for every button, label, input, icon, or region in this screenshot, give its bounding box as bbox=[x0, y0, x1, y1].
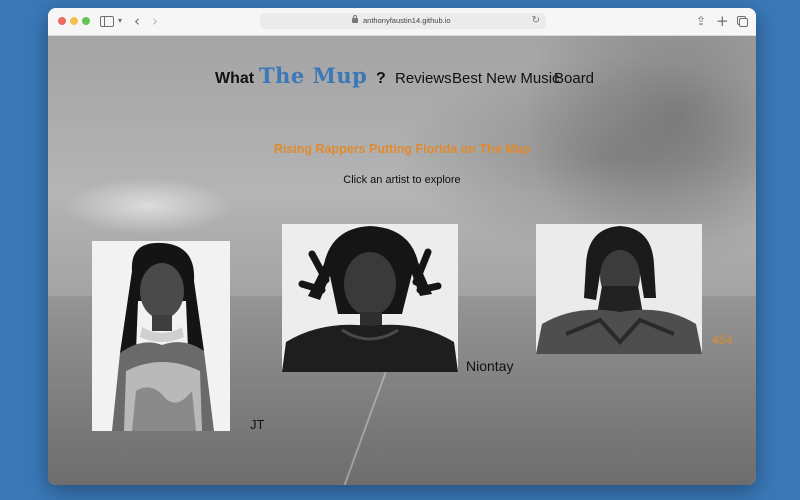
forward-icon[interactable]: › bbox=[152, 12, 158, 30]
artist-portrait-niontay bbox=[282, 224, 458, 372]
close-window-button[interactable] bbox=[58, 17, 66, 25]
page-headline: Rising Rappers Putting Florida on The Ma… bbox=[273, 142, 531, 156]
artist-name-454[interactable]: 454 bbox=[712, 333, 732, 347]
site-logo[interactable]: The Mup bbox=[259, 61, 367, 91]
sidebar-icon[interactable] bbox=[100, 16, 114, 27]
page-subheading: Click an artist to explore bbox=[343, 174, 461, 186]
browser-window: ▾ ‹ › anthonyfaustin14.github.io ↻ ⇪ + W… bbox=[48, 8, 756, 485]
reload-icon[interactable]: ↻ bbox=[532, 13, 540, 29]
nav-reviews[interactable]: Reviews bbox=[395, 64, 452, 94]
minimize-window-button[interactable] bbox=[70, 17, 78, 25]
nav-best-new-music[interactable]: Best New Music bbox=[452, 64, 560, 94]
artist-photo-jt[interactable] bbox=[92, 241, 230, 431]
artist-photo-454[interactable] bbox=[536, 224, 702, 354]
chevron-down-icon[interactable]: ▾ bbox=[118, 12, 122, 30]
address-bar[interactable]: anthonyfaustin14.github.io ↻ bbox=[260, 13, 546, 29]
site-nav: What The Mup ? Reviews Best New Music Bo… bbox=[48, 61, 756, 94]
artist-name-niontay[interactable]: Niontay bbox=[466, 358, 513, 374]
nav-question[interactable]: ? bbox=[376, 64, 386, 94]
nav-what[interactable]: What bbox=[215, 64, 254, 94]
nav-board[interactable]: Board bbox=[554, 64, 594, 94]
back-icon[interactable]: ‹ bbox=[134, 12, 140, 30]
tab-overview-icon[interactable] bbox=[737, 16, 748, 27]
artist-name-jt[interactable]: JT bbox=[250, 417, 264, 432]
lock-icon bbox=[352, 15, 358, 23]
browser-toolbar: ▾ ‹ › anthonyfaustin14.github.io ↻ ⇪ + bbox=[48, 8, 756, 36]
artist-portrait-jt bbox=[92, 241, 230, 431]
new-tab-icon[interactable]: + bbox=[716, 12, 729, 30]
artist-portrait-454 bbox=[536, 224, 702, 354]
share-icon[interactable]: ⇪ bbox=[696, 12, 706, 30]
page-content: What The Mup ? Reviews Best New Music Bo… bbox=[48, 36, 756, 485]
artist-photo-niontay[interactable] bbox=[282, 224, 458, 372]
zoom-window-button[interactable] bbox=[82, 17, 90, 25]
url-text: anthonyfaustin14.github.io bbox=[363, 16, 451, 25]
